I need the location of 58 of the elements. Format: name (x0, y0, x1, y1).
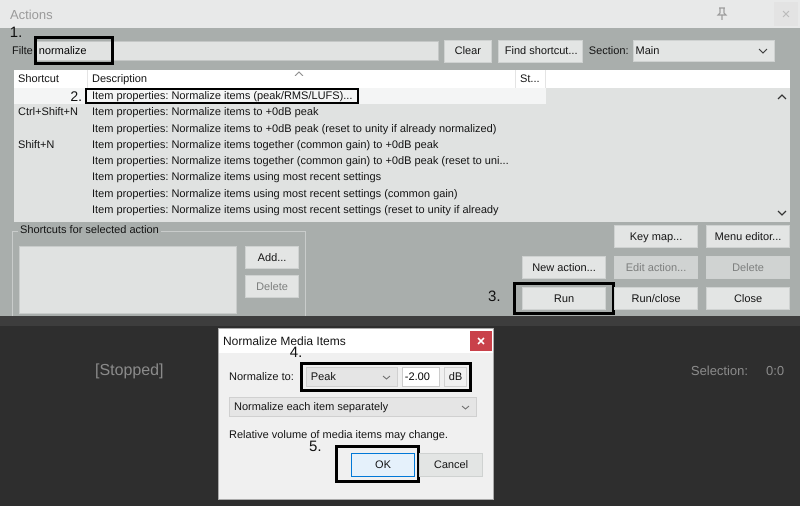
action-button[interactable]: Close (706, 287, 790, 310)
level-field[interactable]: -2.00 (402, 367, 440, 387)
note-text: Relative volume of media items may change. (229, 429, 449, 441)
filter-label: Filte (12, 45, 33, 57)
step-number: 3. (488, 289, 501, 304)
description-text: Item properties: Normalize items to +0dB peak (92, 106, 319, 118)
dialog-button[interactable]: Cancel (419, 453, 483, 477)
section-dropdown[interactable]: Main (632, 40, 775, 62)
toolbar-button[interactable]: Clear (444, 40, 492, 62)
close-icon[interactable] (470, 331, 492, 351)
description-text: Item properties: Normalize items using most recent settings (reset to unity if already (92, 204, 499, 216)
description-text: Item properties: Normalize items to +0dB peak (reset to unity if already normalized) (92, 122, 496, 135)
action-row[interactable]: Item properties: Normalize items using most recent settings (14, 169, 546, 186)
pin-icon[interactable] (716, 7, 728, 21)
action-row[interactable]: Shift+N Item properties: Normalize items together (common gain) to +0dB peak (14, 136, 546, 154)
sort-icon (294, 71, 304, 76)
step-number: 1. (10, 25, 22, 40)
step-number: 4. (290, 345, 302, 360)
transport-status: [Stopped] (95, 362, 164, 380)
unit-label: dB (444, 367, 468, 387)
description-text: Item properties: Normalize items (peak/RMS/LUFS)... (92, 90, 352, 102)
scroll-down-icon[interactable] (776, 210, 786, 216)
step-number: 5. (309, 439, 322, 454)
step-number: 2. (70, 88, 82, 104)
description-text: Item properties: Normalize items using most recent settings (common gain) (92, 188, 458, 200)
action-button[interactable]: Menu editor... (706, 225, 790, 248)
selection-value: 0:0 (766, 363, 786, 378)
toolbar-button[interactable]: Find shortcut... (498, 40, 583, 62)
action-button[interactable]: New action... (522, 256, 606, 279)
normalize-label: Normalize to: (229, 371, 294, 383)
group-title: Shortcuts for selected action (18, 224, 161, 236)
chevron-icon (382, 374, 391, 380)
action-button[interactable]: Run (522, 287, 606, 310)
dialog-button[interactable]: OK (351, 453, 415, 477)
section-label: Section: (588, 45, 629, 57)
action-row[interactable]: Ctrl+Shift+N Item properties: Normalize items to +0dB peak (14, 104, 546, 121)
description-text: Item properties: Normalize items together (common gain) to +0dB peak (92, 138, 438, 151)
scroll-up-icon[interactable] (776, 94, 786, 100)
description-text: Item properties: Normalize items together (common gain) to +0dB peak (reset to uni... (92, 155, 509, 168)
chevron-icon (758, 48, 768, 54)
window-title: Actions (10, 6, 54, 22)
selection-label: Selection: (690, 363, 748, 378)
action-row[interactable]: Item properties: Normalize items together (common gain) to +0dB peak (reset to uni... (14, 153, 546, 170)
shortcut-text: Ctrl+Shift+N (18, 105, 78, 120)
chevron-icon (461, 404, 470, 410)
action-row[interactable]: Item properties: Normalize items using most recent settings (reset to unity if already (14, 202, 546, 218)
action-row[interactable]: 2. Item properties: Normalize items (peak/RMS/LUFS)... (14, 88, 546, 104)
action-row[interactable]: Item properties: Normalize items using most recent settings (common gain) (14, 186, 546, 202)
action-row[interactable]: Item properties: Normalize items to +0dB peak (reset to unity if already normalized) (14, 120, 546, 137)
shortcuts-list[interactable] (19, 246, 237, 314)
action-button[interactable]: Run/close (614, 287, 698, 310)
shortcut-text: Shift+N (18, 138, 54, 153)
scope-dropdown[interactable]: Normalize each item separately (229, 397, 477, 417)
action-button[interactable]: Key map... (614, 225, 698, 248)
dialog-title: Normalize Media Items (223, 334, 346, 348)
shortcut-button[interactable]: Add... (245, 246, 299, 269)
description-text: Item properties: Normalize items using most recent settings (92, 171, 382, 184)
mode-dropdown[interactable]: Peak (306, 367, 398, 387)
